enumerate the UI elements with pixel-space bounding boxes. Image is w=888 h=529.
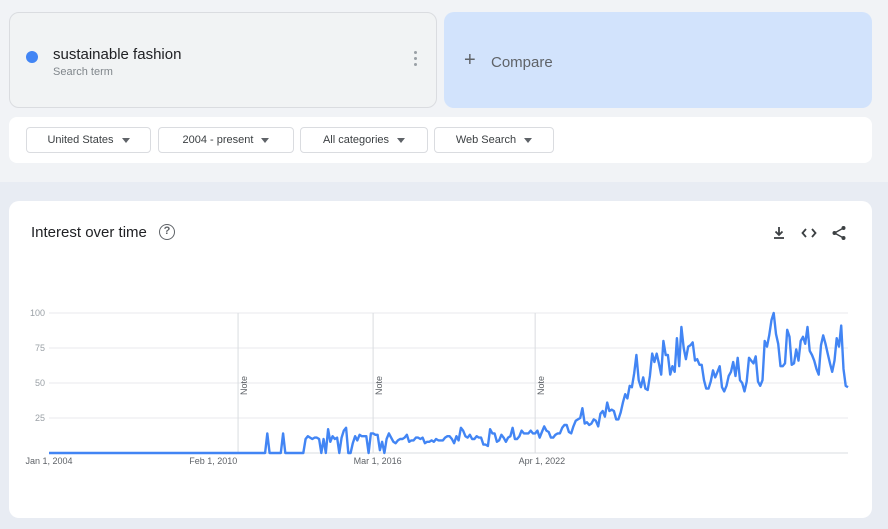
y-tick-label: 50 [35,378,45,388]
search-term-card[interactable]: sustainable fashion Search term [9,12,437,108]
x-axis-ticks: Jan 1, 2004 Feb 1, 2010 Mar 1, 2016 Apr 1, … [25,456,565,466]
x-tick-label: Mar 1, 2016 [354,456,402,466]
dropdown-arrow-icon [524,137,533,143]
interest-line-chart: Note Note Note 25 50 75 100 Jan 1, 2004 Feb 1,… [25,308,849,466]
filter-time-range-label: 2004 - present [182,134,254,146]
filter-region[interactable]: United States [26,127,151,153]
note-label: Note [536,376,546,395]
more-options-icon[interactable] [410,51,420,69]
y-axis-ticks: 25 50 75 100 [30,308,45,423]
filter-region-label: United States [47,134,114,146]
compare-label: Compare [491,54,553,71]
filter-time-range[interactable]: 2004 - present [158,127,294,153]
note-label: Note [239,376,249,395]
dropdown-arrow-icon [261,137,270,143]
y-tick-label: 100 [30,308,45,318]
y-tick-label: 25 [35,413,45,423]
filter-search-type[interactable]: Web Search [434,127,554,153]
note-label: Note [374,376,384,395]
filter-bar: United States 2004 - present All categor… [9,117,872,163]
search-term-name[interactable]: sustainable fashion [53,46,181,63]
x-tick-label: Jan 1, 2004 [25,456,72,466]
compare-button[interactable]: + Compare [444,12,872,108]
series-color-dot [26,51,38,63]
dropdown-arrow-icon [397,137,406,143]
plus-icon: + [464,49,476,71]
interest-over-time-card: Interest over time ? Note Note Note 25 50 75… [9,201,872,518]
y-tick-label: 75 [35,343,45,353]
filter-search-type-label: Web Search [455,134,517,146]
filter-category-label: All categories [322,134,390,146]
x-tick-label: Feb 1, 2010 [189,456,237,466]
filter-category[interactable]: All categories [300,127,428,153]
dropdown-arrow-icon [121,137,130,143]
x-tick-label: Apr 1, 2022 [519,456,566,466]
search-term-subtitle: Search term [53,66,113,78]
